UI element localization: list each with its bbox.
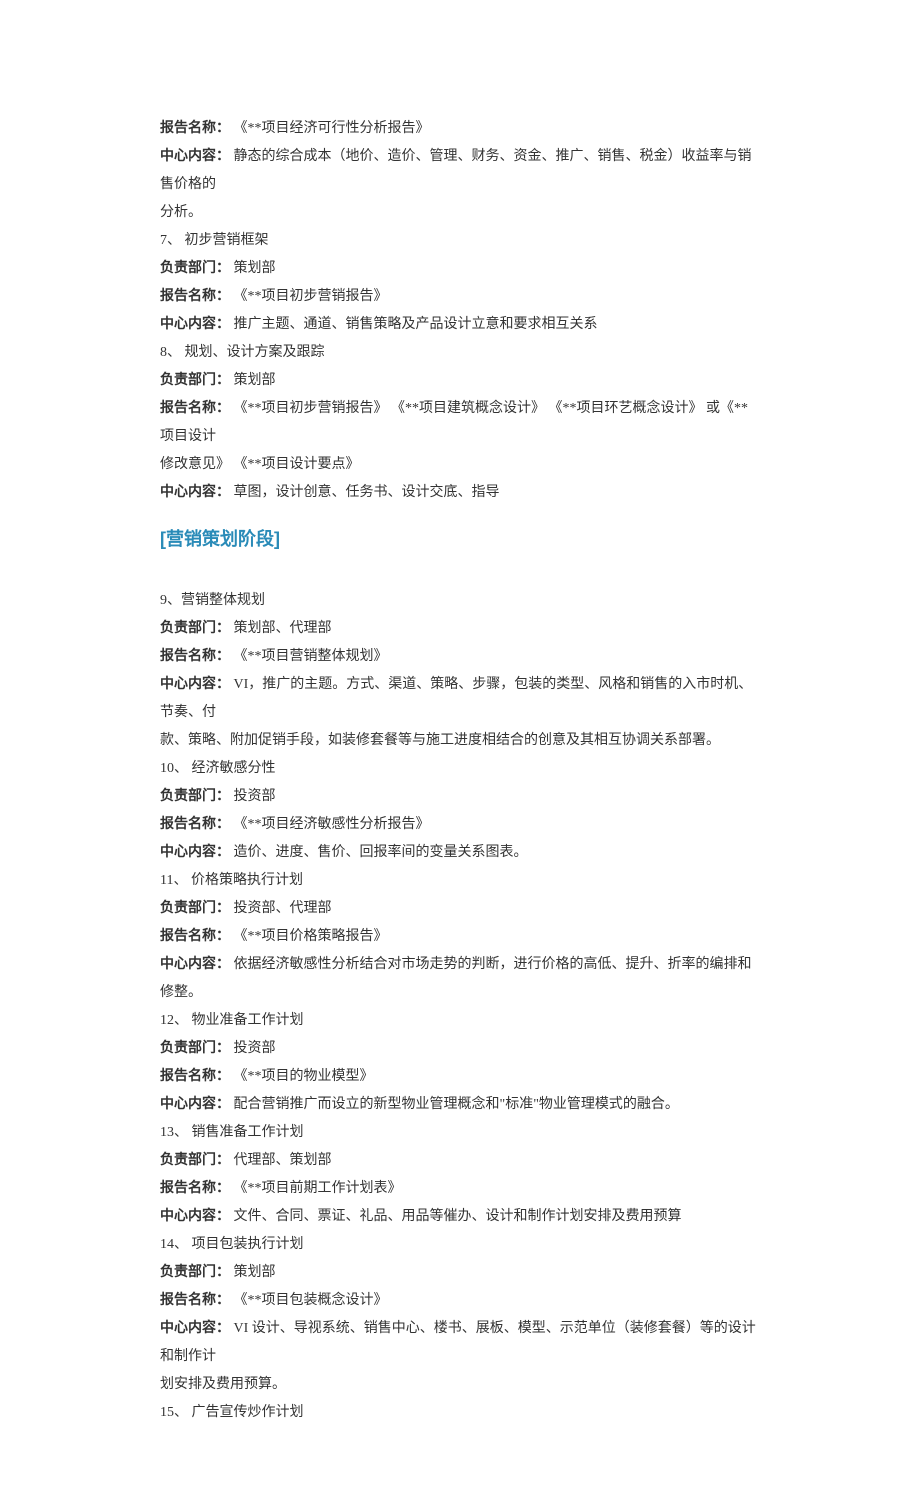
item6-report-line: 报告名称： 《**项目经济可行性分析报告》 <box>160 115 760 143</box>
content-label: 中心内容： <box>160 677 230 692</box>
dept-label: 负责部门： <box>160 789 230 804</box>
item9-dept-line: 负责部门： 策划部、代理部 <box>160 615 760 643</box>
item10-dept-line: 负责部门： 投资部 <box>160 783 760 811</box>
item7-report-line: 报告名称： 《**项目初步营销报告》 <box>160 283 760 311</box>
section-heading-marketing: [营销策划阶段] <box>160 521 760 557</box>
report-label: 报告名称： <box>160 1181 230 1196</box>
report-label: 报告名称： <box>160 289 230 304</box>
content-label: 中心内容： <box>160 1321 230 1336</box>
item9-number: 9、营销整体规划 <box>160 587 760 615</box>
report-label: 报告名称： <box>160 1069 230 1084</box>
item7-content-line: 中心内容： 推广主题、通道、销售策略及产品设计立意和要求相互关系 <box>160 311 760 339</box>
dept-value: 代理部、策划部 <box>234 1153 332 1168</box>
item8-content-line: 中心内容： 草图，设计创意、任务书、设计交底、指导 <box>160 479 760 507</box>
item13-number: 13、 销售准备工作计划 <box>160 1119 760 1147</box>
item11-content-line: 中心内容： 依据经济敏感性分析结合对市场走势的判断，进行价格的高低、提升、折率的… <box>160 951 760 1007</box>
report-label: 报告名称： <box>160 121 230 136</box>
dept-value: 策划部、代理部 <box>234 621 332 636</box>
dept-label: 负责部门： <box>160 1153 230 1168</box>
dept-label: 负责部门： <box>160 621 230 636</box>
content-value: 推广主题、通道、销售策略及产品设计立意和要求相互关系 <box>234 317 598 332</box>
item14-number: 14、 项目包装执行计划 <box>160 1231 760 1259</box>
dept-label: 负责部门： <box>160 1265 230 1280</box>
report-value: 《**项目包装概念设计》 <box>234 1293 388 1308</box>
item8-report-line2: 修改意见》 《**项目设计要点》 <box>160 451 760 479</box>
dept-value: 投资部 <box>234 1041 276 1056</box>
item10-content-line: 中心内容： 造价、进度、售价、回报率间的变量关系图表。 <box>160 839 760 867</box>
item8-dept-line: 负责部门： 策划部 <box>160 367 760 395</box>
item13-report-line: 报告名称： 《**项目前期工作计划表》 <box>160 1175 760 1203</box>
report-label: 报告名称： <box>160 929 230 944</box>
item14-content-line1: 中心内容： VI 设计、导视系统、销售中心、楼书、展板、模型、示范单位（装修套餐… <box>160 1315 760 1371</box>
item10-report-line: 报告名称： 《**项目经济敏感性分析报告》 <box>160 811 760 839</box>
item6-content-line2: 分析。 <box>160 199 760 227</box>
content-label: 中心内容： <box>160 149 230 164</box>
report-value: 《**项目价格策略报告》 <box>234 929 388 944</box>
item9-content-line2: 款、策略、附加促销手段，如装修套餐等与施工进度相结合的创意及其相互协调关系部署。 <box>160 727 760 755</box>
report-value: 《**项目初步营销报告》 <box>234 289 388 304</box>
content-label: 中心内容： <box>160 845 230 860</box>
content-value: VI 设计、导视系统、销售中心、楼书、展板、模型、示范单位（装修套餐）等的设计和… <box>160 1321 756 1364</box>
item9-report-line: 报告名称： 《**项目营销整体规划》 <box>160 643 760 671</box>
item10-number: 10、 经济敏感分性 <box>160 755 760 783</box>
report-label: 报告名称： <box>160 649 230 664</box>
content-label: 中心内容： <box>160 957 230 972</box>
item12-content-line: 中心内容： 配合营销推广而设立的新型物业管理概念和"标准"物业管理模式的融合。 <box>160 1091 760 1119</box>
item9-content-line1: 中心内容： VI，推广的主题。方式、渠道、策略、步骤，包装的类型、风格和销售的入… <box>160 671 760 727</box>
report-label: 报告名称： <box>160 401 230 416</box>
item13-dept-line: 负责部门： 代理部、策划部 <box>160 1147 760 1175</box>
item14-content-line2: 划安排及费用预算。 <box>160 1371 760 1399</box>
report-value: 《**项目经济可行性分析报告》 <box>234 121 430 136</box>
item13-content-line: 中心内容： 文件、合同、票证、礼品、用品等催办、设计和制作计划安排及费用预算 <box>160 1203 760 1231</box>
item11-report-line: 报告名称： 《**项目价格策略报告》 <box>160 923 760 951</box>
item6-content-line1: 中心内容： 静态的综合成本（地价、造价、管理、财务、资金、推广、销售、税金）收益… <box>160 143 760 199</box>
content-value: 造价、进度、售价、回报率间的变量关系图表。 <box>234 845 528 860</box>
dept-label: 负责部门： <box>160 1041 230 1056</box>
dept-value: 投资部 <box>234 789 276 804</box>
content-value: 静态的综合成本（地价、造价、管理、财务、资金、推广、销售、税金）收益率与销售价格… <box>160 149 752 192</box>
report-value: 《**项目的物业模型》 <box>234 1069 374 1084</box>
dept-label: 负责部门： <box>160 373 230 388</box>
dept-value: 投资部、代理部 <box>234 901 332 916</box>
item8-report-line1: 报告名称： 《**项目初步营销报告》 《**项目建筑概念设计》 《**项目环艺概… <box>160 395 760 451</box>
dept-value: 策划部 <box>234 1265 276 1280</box>
content-value: 配合营销推广而设立的新型物业管理概念和"标准"物业管理模式的融合。 <box>234 1097 679 1112</box>
dept-label: 负责部门： <box>160 261 230 276</box>
content-label: 中心内容： <box>160 485 230 500</box>
dept-value: 策划部 <box>234 373 276 388</box>
content-label: 中心内容： <box>160 1209 230 1224</box>
item7-number: 7、 初步营销框架 <box>160 227 760 255</box>
item11-number: 11、 价格策略执行计划 <box>160 867 760 895</box>
item12-number: 12、 物业准备工作计划 <box>160 1007 760 1035</box>
document-page: 报告名称： 《**项目经济可行性分析报告》 中心内容： 静态的综合成本（地价、造… <box>0 0 920 1487</box>
item7-dept-line: 负责部门： 策划部 <box>160 255 760 283</box>
item15-number: 15、 广告宣传炒作计划 <box>160 1399 760 1427</box>
content-value: 草图，设计创意、任务书、设计交底、指导 <box>234 485 500 500</box>
item12-report-line: 报告名称： 《**项目的物业模型》 <box>160 1063 760 1091</box>
report-label: 报告名称： <box>160 1293 230 1308</box>
content-value: VI，推广的主题。方式、渠道、策略、步骤，包装的类型、风格和销售的入市时机、节奏… <box>160 677 752 720</box>
item14-dept-line: 负责部门： 策划部 <box>160 1259 760 1287</box>
item11-dept-line: 负责部门： 投资部、代理部 <box>160 895 760 923</box>
report-value: 《**项目经济敏感性分析报告》 <box>234 817 430 832</box>
content-label: 中心内容： <box>160 317 230 332</box>
content-value: 依据经济敏感性分析结合对市场走势的判断，进行价格的高低、提升、折率的编排和修整。 <box>160 957 752 1000</box>
content-value: 文件、合同、票证、礼品、用品等催办、设计和制作计划安排及费用预算 <box>234 1209 682 1224</box>
report-value: 《**项目营销整体规划》 <box>234 649 388 664</box>
report-value: 《**项目前期工作计划表》 <box>234 1181 402 1196</box>
report-label: 报告名称： <box>160 817 230 832</box>
dept-value: 策划部 <box>234 261 276 276</box>
content-label: 中心内容： <box>160 1097 230 1112</box>
item8-number: 8、 规划、设计方案及跟踪 <box>160 339 760 367</box>
item14-report-line: 报告名称： 《**项目包装概念设计》 <box>160 1287 760 1315</box>
item12-dept-line: 负责部门： 投资部 <box>160 1035 760 1063</box>
report-value: 《**项目初步营销报告》 《**项目建筑概念设计》 《**项目环艺概念设计》 或… <box>160 401 748 444</box>
dept-label: 负责部门： <box>160 901 230 916</box>
